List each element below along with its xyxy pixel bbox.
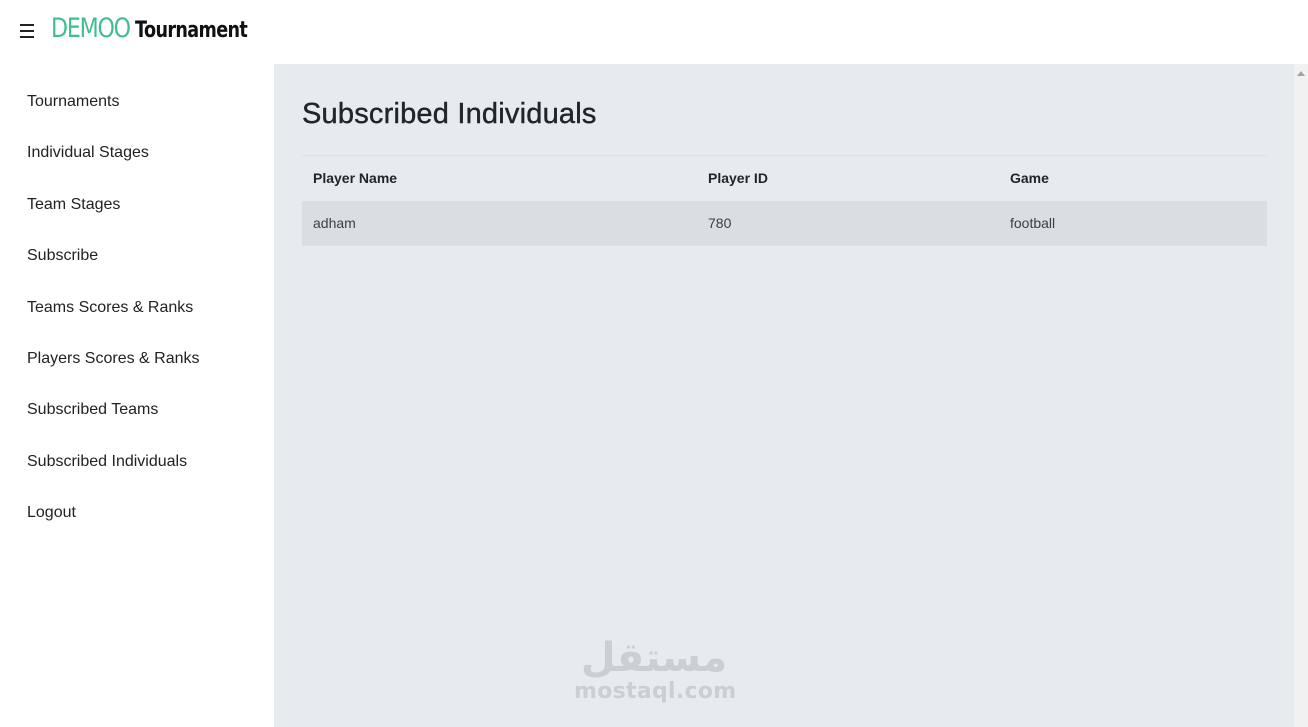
hamburger-icon[interactable] [19, 21, 37, 41]
sidebar-item-logout[interactable]: Logout [27, 504, 76, 522]
vertical-scrollbar[interactable] [1294, 64, 1308, 727]
sidebar-item-tournaments[interactable]: Tournaments [27, 93, 120, 111]
page-title: Subscribed Individuals [302, 98, 597, 130]
table-header-row: Player Name Player ID Game [302, 156, 1267, 201]
scroll-up-arrow-icon[interactable] [1297, 71, 1305, 76]
sidebar: Tournaments Individual Stages Team Stage… [0, 64, 274, 727]
sidebar-item-players-scores-ranks[interactable]: Players Scores & Ranks [27, 350, 200, 368]
sidebar-item-team-stages[interactable]: Team Stages [27, 196, 120, 214]
cell-player-name: adham [313, 215, 356, 231]
sidebar-item-teams-scores-ranks[interactable]: Teams Scores & Ranks [27, 299, 193, 317]
watermark-latin-text: mostaql.com [574, 679, 737, 704]
sidebar-item-subscribe[interactable]: Subscribe [27, 247, 98, 265]
column-header-player-name: Player Name [313, 170, 398, 186]
sidebar-item-subscribed-teams[interactable]: Subscribed Teams [27, 401, 158, 419]
brand-logo[interactable]: DEMOO Tournament [51, 13, 275, 49]
top-bar: DEMOO Tournament [0, 0, 1308, 64]
column-header-player-id: Player ID [708, 170, 768, 186]
cell-game: football [1010, 215, 1056, 231]
subscribed-individuals-table: Player Name Player ID Game adham 780 foo… [302, 155, 1267, 246]
table-row: adham 780 football [302, 201, 1267, 246]
sidebar-item-subscribed-individuals[interactable]: Subscribed Individuals [27, 453, 187, 471]
brand-name-text: Tournament [135, 18, 248, 43]
watermark: مستقل mostaql.com [574, 635, 737, 716]
cell-player-id: 780 [708, 215, 732, 231]
column-header-game: Game [1010, 170, 1049, 186]
brand-accent-text: DEMOO [51, 13, 131, 44]
watermark-arabic-text: مستقل [580, 635, 728, 681]
main-content: Subscribed Individuals Player Name Playe… [274, 64, 1294, 727]
sidebar-item-individual-stages[interactable]: Individual Stages [27, 144, 149, 162]
